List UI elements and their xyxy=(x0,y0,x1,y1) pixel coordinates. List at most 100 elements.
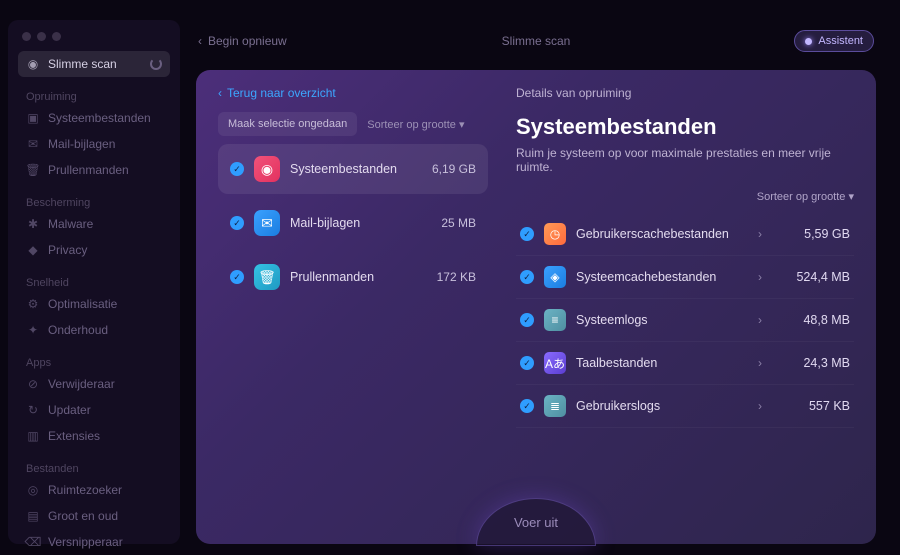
item-label: Gebruikerslogs xyxy=(576,399,660,413)
user-logs-icon: ≣ xyxy=(544,395,566,417)
category-label: Systeembestanden xyxy=(290,162,397,176)
detail-header: Details van opruiming xyxy=(516,86,854,100)
system-cache-icon: ◈ xyxy=(544,266,566,288)
wrench-icon: ✦ xyxy=(26,323,40,337)
back-button[interactable]: ‹ Begin opnieuw xyxy=(198,34,287,48)
window-controls[interactable] xyxy=(22,32,170,41)
lens-icon: ◎ xyxy=(26,483,40,497)
category-mail[interactable]: ✓ ✉ Mail-bijlagen 25 MB xyxy=(218,198,488,248)
sidebar-item-large[interactable]: ▤Groot en oud xyxy=(18,503,170,529)
chevron-left-icon: ‹ xyxy=(198,34,202,48)
detail-item-system-cache[interactable]: ✓ ◈ Systeemcachebestanden › 524,4 MB xyxy=(516,256,854,299)
item-label: Gebruikerscachebestanden xyxy=(576,227,729,241)
topbar-title: Slimme scan xyxy=(502,34,571,48)
system-logs-icon: ≡ xyxy=(544,309,566,331)
category-size: 25 MB xyxy=(441,216,476,230)
topbar: ‹ Begin opnieuw Slimme scan Assistent xyxy=(180,20,892,62)
category-system[interactable]: ✓ ◉ Systeembestanden 6,19 GB xyxy=(218,144,488,194)
sidebar-label: Slimme scan xyxy=(48,57,117,71)
category-trash[interactable]: ✓ 🗑 Prullenmanden 172 KB xyxy=(218,252,488,302)
sparkle-icon xyxy=(805,38,812,45)
sidebar-section-apps: Apps xyxy=(18,353,170,371)
category-label: Mail-bijlagen xyxy=(290,216,360,230)
sidebar-item-updater[interactable]: ↻ Updater xyxy=(18,397,170,423)
detail-item-user-logs[interactable]: ✓ ≣ Gebruikerslogs › 557 KB xyxy=(516,385,854,428)
checkbox-checked-icon[interactable]: ✓ xyxy=(230,270,244,284)
refresh-icon: ↻ xyxy=(26,403,40,417)
sidebar-item-label: Versnipperaar xyxy=(48,535,123,549)
minimize-icon[interactable] xyxy=(37,32,46,41)
checkbox-checked-icon[interactable]: ✓ xyxy=(520,227,534,241)
sidebar-item-shredder[interactable]: ⌫ Versnipperaar xyxy=(18,529,170,555)
checkbox-checked-icon[interactable]: ✓ xyxy=(230,162,244,176)
sidebar-smart-scan[interactable]: ◉ Slimme scan xyxy=(18,51,170,77)
sidebar-section-protection: Bescherming xyxy=(18,193,170,211)
checkbox-checked-icon[interactable]: ✓ xyxy=(520,399,534,413)
sidebar-item-label: Mail-bijlagen xyxy=(48,137,115,151)
sort-dropdown-left[interactable]: Sorteer op grootte ▾ xyxy=(367,118,464,131)
category-size: 6,19 GB xyxy=(432,162,476,176)
chevron-right-icon[interactable]: › xyxy=(750,270,770,284)
sidebar-item-label: Privacy xyxy=(48,243,87,257)
sidebar-item-extensions[interactable]: ▥Extensies xyxy=(18,423,170,449)
sidebar-item-mail[interactable]: ✉Mail-bijlagen xyxy=(18,131,170,157)
dashboard-icon: ◉ xyxy=(26,57,40,71)
sliders-icon: ⚙ xyxy=(26,297,40,311)
item-size: 5,59 GB xyxy=(780,227,850,241)
detail-item-language[interactable]: ✓ Aあ Taalbestanden › 24,3 MB xyxy=(516,342,854,385)
sidebar-item-label: Groot en oud xyxy=(48,509,118,523)
main-panel: ‹ Terug naar overzicht Maak selectie ong… xyxy=(196,70,876,544)
uninstall-icon: ⊘ xyxy=(26,377,40,391)
chevron-right-icon[interactable]: › xyxy=(750,399,770,413)
run-button-label: Voer uit xyxy=(514,515,558,530)
sidebar-item-trash[interactable]: 🗑 Prullenmanden xyxy=(18,157,170,183)
sidebar-item-privacy[interactable]: ◆ Privacy xyxy=(18,237,170,263)
sidebar-item-label: Prullenmanden xyxy=(48,163,129,177)
detail-subtitle: Ruim je systeem op voor maximale prestat… xyxy=(516,146,854,174)
overview-link-label: Terug naar overzicht xyxy=(227,86,336,100)
assistant-label: Assistent xyxy=(818,35,863,47)
sidebar-item-maint[interactable]: ✦ Onderhoud xyxy=(18,317,170,343)
system-files-icon: ◉ xyxy=(254,156,280,182)
sort-dropdown-right[interactable]: Sorteer op grootte ▾ xyxy=(516,190,854,203)
item-size: 24,3 MB xyxy=(780,356,850,370)
checkbox-checked-icon[interactable]: ✓ xyxy=(520,270,534,284)
sidebar-section-files: Bestanden xyxy=(18,459,170,477)
category-size: 172 KB xyxy=(437,270,476,284)
close-icon[interactable] xyxy=(22,32,31,41)
assistant-button[interactable]: Assistent xyxy=(794,30,874,52)
detail-item-user-cache[interactable]: ✓ ◷ Gebruikerscachebestanden › 5,59 GB xyxy=(516,213,854,256)
sidebar-item-label: Systeembestanden xyxy=(48,111,151,125)
checkbox-checked-icon[interactable]: ✓ xyxy=(230,216,244,230)
sidebar-section-cleanup: Opruiming xyxy=(18,87,170,105)
chevron-right-icon[interactable]: › xyxy=(750,313,770,327)
checkbox-checked-icon[interactable]: ✓ xyxy=(520,313,534,327)
deselect-button[interactable]: Maak selectie ongedaan xyxy=(218,112,357,136)
shredder-icon: ⌫ xyxy=(26,535,40,549)
spinner-icon xyxy=(150,58,162,70)
checkbox-checked-icon[interactable]: ✓ xyxy=(520,356,534,370)
item-label: Systeemcachebestanden xyxy=(576,270,716,284)
sidebar-item-uninstaller[interactable]: ⊘ Verwijderaar xyxy=(18,371,170,397)
trash-icon: 🗑 xyxy=(26,163,40,177)
sidebar-item-label: Verwijderaar xyxy=(48,377,115,391)
item-size: 524,4 MB xyxy=(780,270,850,284)
back-to-overview-link[interactable]: ‹ Terug naar overzicht xyxy=(218,86,488,100)
chevron-left-icon: ‹ xyxy=(218,86,222,100)
zoom-icon[interactable] xyxy=(52,32,61,41)
sidebar-item-space[interactable]: ◎Ruimtezoeker xyxy=(18,477,170,503)
trash-bins-icon: 🗑 xyxy=(254,264,280,290)
chevron-right-icon[interactable]: › xyxy=(750,227,770,241)
shield-icon: ◆ xyxy=(26,243,40,257)
chevron-right-icon[interactable]: › xyxy=(750,356,770,370)
sidebar-item-label: Updater xyxy=(48,403,91,417)
sidebar-item-label: Onderhoud xyxy=(48,323,108,337)
item-size: 557 KB xyxy=(780,399,850,413)
sidebar-item-optim[interactable]: ⚙ Optimalisatie xyxy=(18,291,170,317)
back-label: Begin opnieuw xyxy=(208,34,287,48)
sidebar-item-malware[interactable]: ✱Malware xyxy=(18,211,170,237)
detail-item-system-logs[interactable]: ✓ ≡ Systeemlogs › 48,8 MB xyxy=(516,299,854,342)
sidebar-item-label: Optimalisatie xyxy=(48,297,117,311)
puzzle-icon: ▥ xyxy=(26,429,40,443)
sidebar-item-system[interactable]: ▣Systeembestanden xyxy=(18,105,170,131)
